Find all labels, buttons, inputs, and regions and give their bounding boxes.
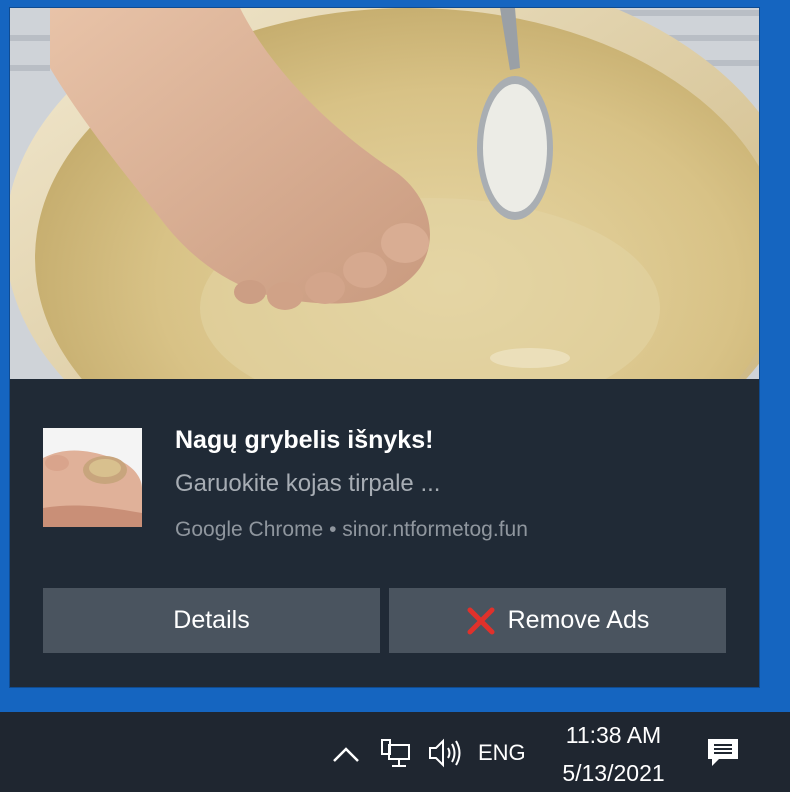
- network-icon[interactable]: [378, 734, 414, 772]
- language-indicator[interactable]: ENG: [478, 740, 526, 766]
- notification-body: Garuokite kojas tirpale ...: [175, 470, 441, 497]
- details-button[interactable]: Details: [43, 588, 380, 653]
- chevron-up-icon[interactable]: [330, 736, 362, 772]
- notification-title: Nagų grybelis išnyks!: [175, 426, 434, 454]
- remove-ads-button-label: Remove Ads: [507, 606, 650, 634]
- hero-image[interactable]: [10, 8, 759, 379]
- app-logo-image: [43, 428, 142, 527]
- red-x-icon: [466, 606, 496, 636]
- action-center-icon[interactable]: [703, 734, 743, 772]
- remove-ads-button[interactable]: Remove Ads: [389, 588, 726, 653]
- notification-attribution: Google Chrome • sinor.ntformetog.fun: [175, 518, 528, 541]
- taskbar: ENG 11:38 AM 5/13/2021: [0, 712, 790, 792]
- speaker-icon[interactable]: [426, 734, 466, 772]
- clock-date[interactable]: 5/13/2021: [556, 760, 671, 787]
- clock-time[interactable]: 11:38 AM: [556, 722, 671, 749]
- notification-toast[interactable]: Nagų grybelis išnyks! Garuokite kojas ti…: [10, 8, 759, 687]
- details-button-label: Details: [173, 606, 250, 634]
